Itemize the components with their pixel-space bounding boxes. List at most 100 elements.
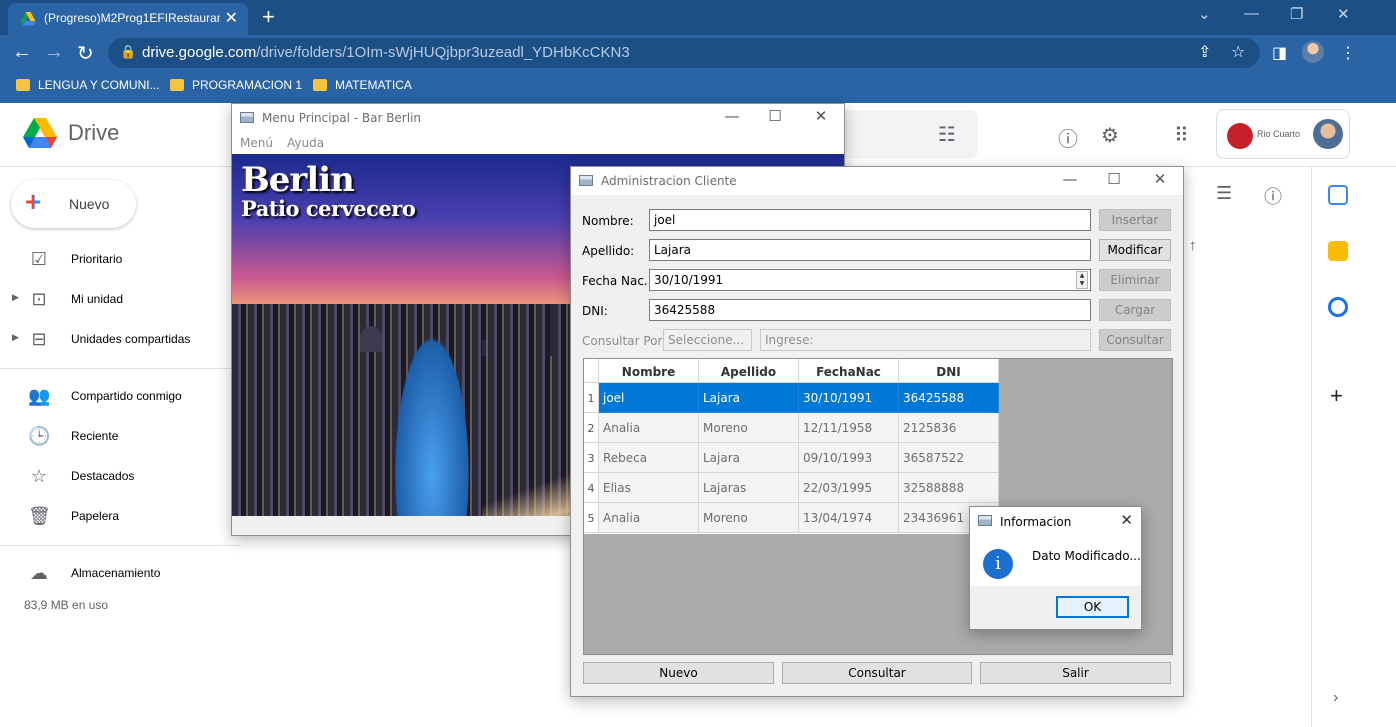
column-header-nombre[interactable]: Nombre [599, 359, 699, 383]
eliminar-button[interactable]: Eliminar [1099, 269, 1171, 291]
menu-item-ayuda[interactable]: Ayuda [287, 136, 324, 150]
column-header-fechanac[interactable]: FechaNac [799, 359, 899, 383]
side-panel-icon[interactable]: ◨ [1272, 43, 1287, 63]
cell-fechanac[interactable]: 09/10/1993 [799, 443, 899, 473]
window-close-icon[interactable]: ✕ [1337, 5, 1350, 23]
address-bar[interactable]: 🔒 drive.google.com/drive/folders/1OIm-sW… [108, 38, 1260, 68]
share-icon[interactable]: ⇪ [1198, 42, 1211, 62]
consultar-bottom-button[interactable]: Consultar [782, 662, 972, 684]
ok-button[interactable]: OK [1056, 596, 1129, 618]
row-number[interactable]: 1 [584, 383, 599, 413]
nuevo-button[interactable]: Nuevo [583, 662, 774, 684]
browser-tab[interactable]: (Progreso)M2Prog1EFIRestaurant ✕ [8, 3, 248, 35]
cell-dni[interactable]: 36587522 [899, 443, 999, 473]
nav-item-almacenamiento[interactable]: ☁ Almacenamiento [0, 555, 240, 591]
add-addon-icon[interactable]: + [1330, 383, 1343, 409]
cell-apellido[interactable]: Moreno [699, 413, 799, 443]
nav-item-reciente[interactable]: 🕒 Reciente [0, 418, 240, 454]
close-icon[interactable]: ✕ [1120, 511, 1133, 529]
date-spinner-icon[interactable]: ▲ ▼ [1076, 271, 1088, 289]
settings-gear-icon[interactable]: ⚙ [1101, 123, 1119, 148]
cell-dni[interactable]: 2125836 [899, 413, 999, 443]
bookmark-folder[interactable]: LENGUA Y COMUNI... [16, 78, 160, 92]
apps-grid-icon[interactable]: ⠿ [1174, 123, 1189, 148]
reload-icon[interactable]: ↻ [77, 41, 94, 66]
cell-nombre[interactable]: Analia [599, 413, 699, 443]
column-header-dni[interactable]: DNI [899, 359, 999, 383]
back-arrow-icon[interactable]: ← [12, 41, 32, 64]
salir-button[interactable]: Salir [980, 662, 1171, 684]
nav-item-compartido-conmigo[interactable]: 👥 Compartido conmigo [0, 378, 240, 414]
cell-apellido[interactable]: Lajara [699, 383, 799, 413]
row-number[interactable]: 4 [584, 473, 599, 503]
forward-arrow-icon[interactable]: → [44, 41, 64, 64]
expand-caret-icon[interactable]: ▶ [12, 292, 19, 303]
cell-nombre[interactable]: Elias [599, 473, 699, 503]
modificar-button[interactable]: Modificar [1099, 239, 1171, 261]
close-icon[interactable]: ✕ [1145, 170, 1175, 188]
sort-arrow-up-icon[interactable]: ↑ [1189, 237, 1197, 254]
nombre-input[interactable]: joel [649, 209, 1091, 231]
tasks-icon[interactable] [1328, 297, 1348, 317]
tab-search-chevron-icon[interactable]: ⌄ [1198, 5, 1211, 23]
minimize-icon[interactable]: — [1055, 170, 1085, 188]
row-number[interactable]: 5 [584, 503, 599, 533]
help-icon[interactable]: ⓘ [1058, 123, 1078, 152]
cell-nombre[interactable]: Analia [599, 503, 699, 533]
cell-dni[interactable]: 32588888 [899, 473, 999, 503]
cell-fechanac[interactable]: 13/04/1974 [799, 503, 899, 533]
tab-close-icon[interactable]: ✕ [225, 8, 238, 28]
consultar-por-select[interactable]: Seleccione... [663, 329, 752, 351]
expand-caret-icon[interactable]: ▶ [12, 332, 19, 343]
close-icon[interactable]: ✕ [806, 107, 836, 125]
new-tab-button[interactable]: + [262, 4, 275, 30]
row-number[interactable]: 3 [584, 443, 599, 473]
cell-apellido[interactable]: Moreno [699, 503, 799, 533]
search-options-icon[interactable]: ☷ [938, 122, 956, 147]
cell-fechanac[interactable]: 12/11/1958 [799, 413, 899, 443]
nav-item-unidades-compartidas[interactable]: ▶ ⊟ Unidades compartidas [0, 321, 240, 357]
menu-item-menu[interactable]: Menú [240, 136, 273, 150]
dni-input[interactable]: 36425588 [649, 299, 1091, 321]
column-header-apellido[interactable]: Apellido [699, 359, 799, 383]
cell-nombre[interactable]: joel [599, 383, 699, 413]
list-view-icon[interactable]: ☰ [1216, 183, 1232, 204]
new-button[interactable]: + Nuevo [11, 180, 136, 228]
window-titlebar[interactable]: Menu Principal - Bar Berlin — ☐ ✕ [232, 104, 844, 132]
cargar-button[interactable]: Cargar [1099, 299, 1171, 321]
cell-nombre[interactable]: Rebeca [599, 443, 699, 473]
show-side-panel-chevron-icon[interactable]: › [1333, 689, 1338, 707]
cell-fechanac[interactable]: 30/10/1991 [799, 383, 899, 413]
consultar-value-input[interactable]: Ingrese: [760, 329, 1091, 351]
nav-item-destacados[interactable]: ☆ Destacados [0, 458, 240, 494]
search-bar[interactable]: ☷ [844, 110, 978, 158]
calendar-icon[interactable] [1328, 185, 1348, 205]
cell-apellido[interactable]: Lajaras [699, 473, 799, 503]
nav-item-papelera[interactable]: 🗑 Papelera [0, 498, 240, 534]
cell-fechanac[interactable]: 22/03/1995 [799, 473, 899, 503]
profile-avatar[interactable] [1302, 41, 1324, 63]
nav-item-prioritario[interactable]: ☑ Prioritario [0, 241, 240, 277]
bookmark-folder[interactable]: PROGRAMACION 1 [170, 78, 302, 92]
details-info-icon[interactable]: ⓘ [1264, 183, 1282, 209]
fecha-nac-datepicker[interactable]: 30/10/1991 ▲ ▼ [649, 269, 1091, 291]
window-restore-icon[interactable]: ❐ [1290, 5, 1303, 23]
cell-dni[interactable]: 36425588 [899, 383, 999, 413]
nav-item-mi-unidad[interactable]: ▶ ⊡ Mi unidad [0, 281, 240, 317]
bookmark-star-icon[interactable]: ☆ [1231, 42, 1245, 62]
maximize-icon[interactable]: ☐ [1099, 170, 1129, 188]
maximize-icon[interactable]: ☐ [760, 107, 790, 125]
cell-apellido[interactable]: Lajara [699, 443, 799, 473]
consultar-button[interactable]: Consultar [1099, 329, 1171, 351]
more-menu-icon[interactable]: ⋮ [1340, 43, 1356, 63]
bookmark-folder[interactable]: MATEMATICA [313, 78, 412, 92]
row-number[interactable]: 2 [584, 413, 599, 443]
drive-logo[interactable]: Drive [22, 117, 119, 149]
window-minimize-icon[interactable]: — [1244, 5, 1259, 22]
apellido-input[interactable]: Lajara [649, 239, 1091, 261]
window-titlebar[interactable]: Administracion Cliente — ☐ ✕ [571, 167, 1183, 195]
insertar-button[interactable]: Insertar [1099, 209, 1171, 231]
minimize-icon[interactable]: — [717, 107, 747, 125]
account-switcher[interactable]: Rio Cuarto [1216, 109, 1350, 159]
keep-icon[interactable] [1328, 241, 1348, 261]
